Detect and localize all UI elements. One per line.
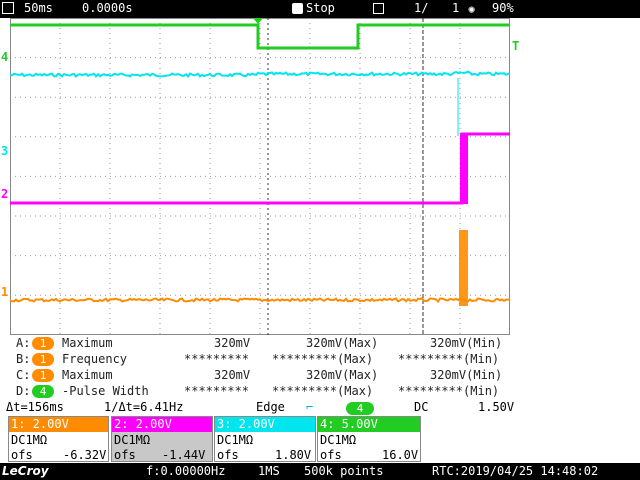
measurement-slot: C:	[16, 368, 31, 382]
measurement-max: *********(Max)	[272, 352, 374, 366]
run-state-label[interactable]: Stop	[306, 1, 335, 15]
channel-coupling: DC1MΩ	[11, 433, 48, 447]
gear-icon[interactable]: ✺	[468, 2, 475, 16]
measurement-row[interactable]: D: 4 -Pulse Width ********* *********(Ma…	[0, 384, 640, 400]
ch1-burst	[459, 230, 468, 306]
channel-header: 4: 5.00V	[318, 417, 420, 432]
measurement-min: *********(Min)	[398, 384, 500, 398]
channel-3-box[interactable]: 3: 2.00V DC1MΩ ofs 1.80V	[214, 416, 316, 462]
ch2-trace	[10, 132, 468, 205]
ch3-marker[interactable]: 3	[1, 144, 8, 158]
channel-header: 2: 2.00V	[112, 417, 212, 432]
channel-ofs-value: 1.80V	[275, 448, 312, 462]
measurement-min: 320mV(Min)	[430, 336, 503, 350]
channel-coupling: DC1MΩ	[320, 433, 357, 447]
stop-icon[interactable]	[292, 3, 303, 14]
measurement-max: 320mV(Max)	[306, 368, 379, 382]
measurement-value: 320mV	[214, 368, 251, 382]
inv-delta-t-value[interactable]: 1/Δt=6.41Hz	[104, 400, 183, 414]
measurement-name: Maximum	[62, 336, 113, 350]
measurement-row[interactable]: C: 1 Maximum 320mV 320mV(Max) 320mV(Min)	[0, 368, 640, 384]
channel-ofs-value: -1.44V	[162, 448, 206, 462]
measurement-row[interactable]: B: 1 Frequency ********* *********(Max) …	[0, 352, 640, 368]
channel-2-box[interactable]: 2: 2.00V DC1MΩ ofs -1.44V	[111, 416, 213, 462]
ch4-marker[interactable]: 4	[1, 50, 8, 64]
grid	[10, 18, 510, 335]
ch1-marker[interactable]: 1	[1, 285, 8, 299]
delta-t-value[interactable]: Δt=156ms	[6, 400, 64, 414]
channel-header: 1: 2.00V	[9, 417, 108, 432]
measurement-channel-chip: 1	[32, 369, 54, 382]
rtc-clock: RTC:2019/04/25 14:48:02	[432, 464, 599, 478]
bottom-status-bar: LeCroy f:0.00000Hz 1MS 500k points RTC:2…	[0, 463, 640, 480]
measurement-name: Maximum	[62, 368, 113, 382]
measurement-value: 320mV	[214, 336, 251, 350]
measurement-channel-chip: 1	[32, 337, 54, 350]
ch2-marker[interactable]: 2	[1, 187, 8, 201]
trigger-coupling[interactable]: DC	[414, 400, 428, 414]
ch3-trace	[10, 70, 510, 78]
sweeps-count: 1/	[414, 1, 429, 15]
trigger-mode[interactable]: Edge	[256, 400, 285, 414]
measurement-name: -Pulse Width	[62, 384, 149, 398]
measurement-max: 320mV(Max)	[306, 336, 379, 350]
channel-ofs-label: ofs	[114, 448, 136, 462]
sample-rate[interactable]: 1MS	[258, 464, 280, 478]
rising-edge-icon: ⌐	[306, 400, 314, 414]
frequency-counter: f:0.00000Hz	[146, 464, 226, 478]
trigger-level-marker[interactable]: T	[512, 39, 519, 53]
channel-header: 3: 2.00V	[215, 417, 315, 432]
channel-ofs-value: -6.32V	[63, 448, 107, 462]
trigger-level[interactable]: 1.50V	[478, 400, 514, 414]
ch2-edge-fill	[460, 134, 468, 204]
measurement-min: 320mV(Min)	[430, 368, 503, 382]
delay-value[interactable]: 0.0000s	[82, 1, 133, 15]
channel-ofs-value: 16.0V	[382, 448, 419, 462]
display-icon[interactable]	[2, 2, 14, 14]
brand-logo: LeCroy	[2, 464, 49, 478]
trigger-source-chip[interactable]: 4	[346, 402, 374, 415]
channel-ofs-label: ofs	[217, 448, 239, 462]
measurement-value: *********	[184, 384, 250, 398]
channel-ofs-label: ofs	[320, 448, 342, 462]
measurement-max: *********(Max)	[272, 384, 374, 398]
channel-coupling: DC1MΩ	[217, 433, 254, 447]
ch1-trace	[10, 297, 510, 304]
zoom-value: 90%	[492, 1, 514, 15]
timebase-value[interactable]: 50ms	[24, 1, 53, 15]
waveform-display[interactable]	[10, 18, 510, 335]
top-status-bar: 50ms 0.0000s Stop 1/ 1 ✺ 90%	[0, 0, 640, 18]
channel-coupling: DC1MΩ	[114, 433, 151, 447]
measurement-slot: D:	[16, 384, 31, 398]
trigger-marker-top	[253, 18, 263, 24]
measurement-slot: A:	[16, 336, 31, 350]
measurement-panel: A: 1 Maximum 320mV 320mV(Max) 320mV(Min)…	[0, 336, 640, 400]
trigger-info-bar: Δt=156ms 1/Δt=6.41Hz Edge ⌐ 4 DC 1.50V	[0, 400, 640, 416]
channel-ofs-label: ofs	[11, 448, 33, 462]
measurement-channel-chip: 4	[32, 385, 54, 398]
measurement-name: Frequency	[62, 352, 128, 366]
measurement-channel-chip: 1	[32, 353, 54, 366]
measurement-slot: B:	[16, 352, 31, 366]
channel-4-box[interactable]: 4: 5.00V DC1MΩ ofs 16.0V	[317, 416, 421, 462]
channel-1-box[interactable]: 1: 2.00V DC1MΩ ofs -6.32V	[8, 416, 109, 462]
record-points[interactable]: 500k points	[304, 464, 383, 478]
measurement-min: *********(Min)	[398, 352, 500, 366]
measurement-value: *********	[184, 352, 250, 366]
measurement-row[interactable]: A: 1 Maximum 320mV 320mV(Max) 320mV(Min)	[0, 336, 640, 352]
sweeps-icon[interactable]	[373, 3, 384, 14]
sweeps-total: 1	[452, 1, 460, 15]
